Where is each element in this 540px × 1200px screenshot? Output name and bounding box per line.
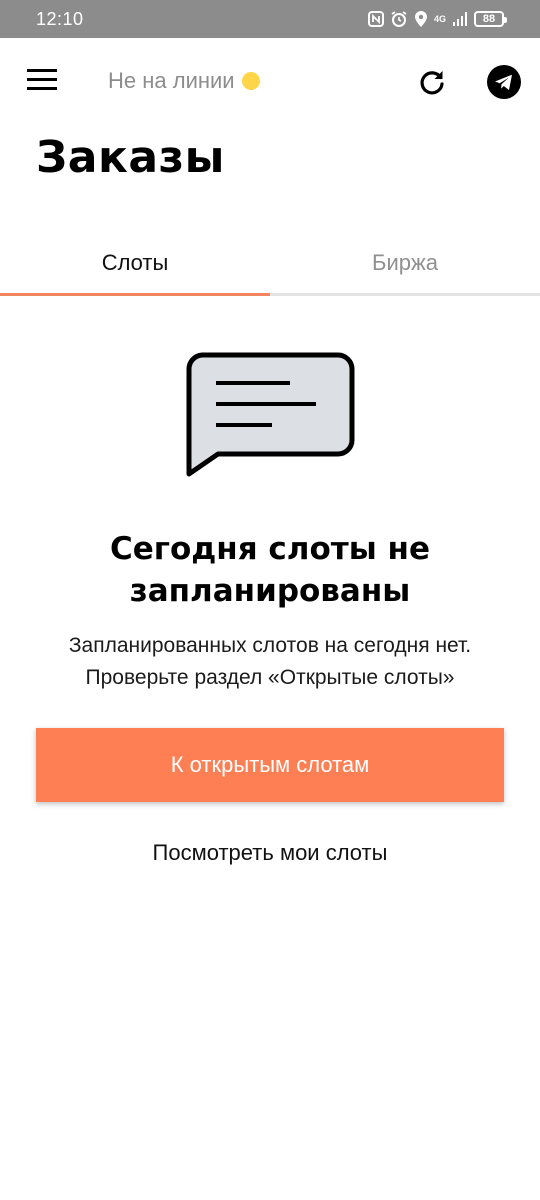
tab-bar: Слоты Биржа bbox=[0, 232, 540, 296]
alarm-icon bbox=[390, 10, 408, 28]
open-slots-button[interactable]: К открытым слотам bbox=[36, 728, 504, 802]
hamburger-icon bbox=[27, 69, 57, 90]
system-status-bar: 12:10 4G 88 bbox=[0, 0, 540, 38]
my-slots-link[interactable]: Посмотреть мои слоты bbox=[0, 840, 540, 866]
status-icons: 4G 88 bbox=[368, 10, 507, 28]
page-title: Заказы bbox=[36, 132, 225, 183]
refresh-button[interactable] bbox=[412, 62, 452, 102]
tab-slots[interactable]: Слоты bbox=[0, 232, 270, 296]
nfc-icon bbox=[368, 11, 384, 27]
signal-icon bbox=[452, 11, 468, 27]
location-icon bbox=[414, 10, 428, 28]
tab-exchange[interactable]: Биржа bbox=[270, 232, 540, 293]
empty-state-title-line-1: Сегодня слоты не bbox=[109, 531, 431, 567]
online-status-label: Не на линии bbox=[108, 68, 235, 93]
app-header: Не на линии bbox=[0, 38, 540, 124]
telegram-button[interactable] bbox=[486, 64, 522, 100]
empty-state-description-line-1: Запланированных слотов на сегодня нет. bbox=[68, 634, 472, 657]
battery-icon: 88 bbox=[474, 11, 507, 27]
online-status[interactable]: Не на линии bbox=[108, 68, 260, 94]
empty-state-title: Сегодня слоты не запланированы bbox=[0, 528, 540, 612]
status-time: 12:10 bbox=[36, 8, 84, 29]
chat-bubble-icon bbox=[186, 352, 355, 477]
empty-state-title-line-2: запланированы bbox=[129, 573, 411, 609]
telegram-icon bbox=[487, 65, 521, 99]
network-type-label: 4G bbox=[434, 13, 447, 24]
status-dot-icon bbox=[241, 72, 260, 90]
empty-state-description: Запланированных слотов на сегодня нет. П… bbox=[0, 630, 540, 694]
refresh-icon bbox=[420, 71, 444, 95]
menu-button[interactable] bbox=[22, 62, 62, 98]
empty-state-description-line-2: Проверьте раздел «Открытые слоты» bbox=[85, 666, 455, 689]
